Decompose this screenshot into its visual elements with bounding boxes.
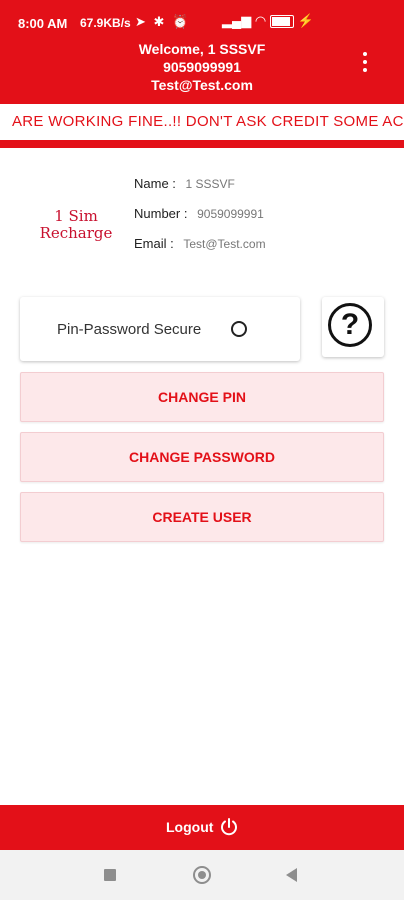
profile-name-row: Name : 1 SSSVF: [134, 176, 235, 191]
header-phone: 9059099991: [163, 59, 241, 75]
name-value: 1 SSSVF: [185, 177, 235, 191]
power-icon: [221, 818, 237, 836]
secure-label: Pin-Password Secure: [57, 321, 202, 338]
logout-button[interactable]: Logout: [0, 805, 404, 850]
recents-icon[interactable]: [104, 869, 116, 881]
number-value: 9059099991: [197, 207, 264, 221]
charging-icon: ⚡: [297, 13, 314, 28]
email-label: Email :: [134, 236, 174, 251]
header-divider: [0, 140, 404, 148]
status-time: 8:00 AM: [18, 16, 68, 31]
marquee-text: ARE WORKING FINE..!! DON'T ASK CREDIT SO…: [12, 113, 404, 130]
create-user-button[interactable]: CREATE USER: [20, 492, 384, 542]
question-circle-icon: ?: [328, 303, 372, 347]
help-button[interactable]: ?: [322, 297, 384, 357]
wifi-icon: ◠: [254, 13, 267, 28]
header-email: Test@Test.com: [151, 77, 253, 93]
status-icons: ➤ ✱ ⏰: [135, 14, 190, 30]
number-label: Number :: [134, 206, 188, 221]
app-header: Welcome, 1 SSSVF 9059099991 Test@Test.co…: [0, 36, 404, 104]
logout-label: Logout: [166, 819, 214, 835]
battery-fill: [271, 17, 290, 27]
more-vert-icon[interactable]: [362, 52, 368, 76]
battery-icon: [269, 15, 294, 29]
announcement-marquee: ARE WORKING FINE..!! DON'T ASK CREDIT SO…: [0, 104, 404, 140]
signal-icon: ▂▄▆: [222, 13, 252, 28]
logo-line-2: Recharge: [39, 224, 113, 242]
system-nav-bar: [0, 850, 404, 900]
change-password-button[interactable]: CHANGE PASSWORD: [20, 432, 384, 482]
email-value: Test@Test.com: [183, 237, 266, 251]
secure-radio[interactable]: [231, 321, 247, 337]
back-icon[interactable]: [286, 868, 297, 882]
change-pin-button[interactable]: CHANGE PIN: [20, 372, 384, 422]
alarm-icon: ⏰: [172, 14, 191, 29]
bluetooth-icon: ✱: [153, 14, 167, 29]
navigation-icon: ➤: [135, 14, 148, 29]
profile-email-row: Email : Test@Test.com: [134, 236, 266, 251]
profile-number-row: Number : 9059099991: [134, 206, 264, 221]
logo-line-1: 1 Sim: [54, 207, 98, 225]
home-icon[interactable]: [193, 866, 211, 884]
welcome-text: Welcome, 1 SSSVF: [138, 41, 266, 57]
app-logo: 1 Sim Recharge: [36, 208, 116, 256]
pin-password-secure-toggle[interactable]: Pin-Password Secure: [20, 297, 300, 361]
status-right-icons: ▂▄▆ ◠ ⚡: [222, 13, 314, 29]
network-speed: 67.9KB/s: [80, 16, 131, 30]
name-label: Name :: [134, 176, 176, 191]
